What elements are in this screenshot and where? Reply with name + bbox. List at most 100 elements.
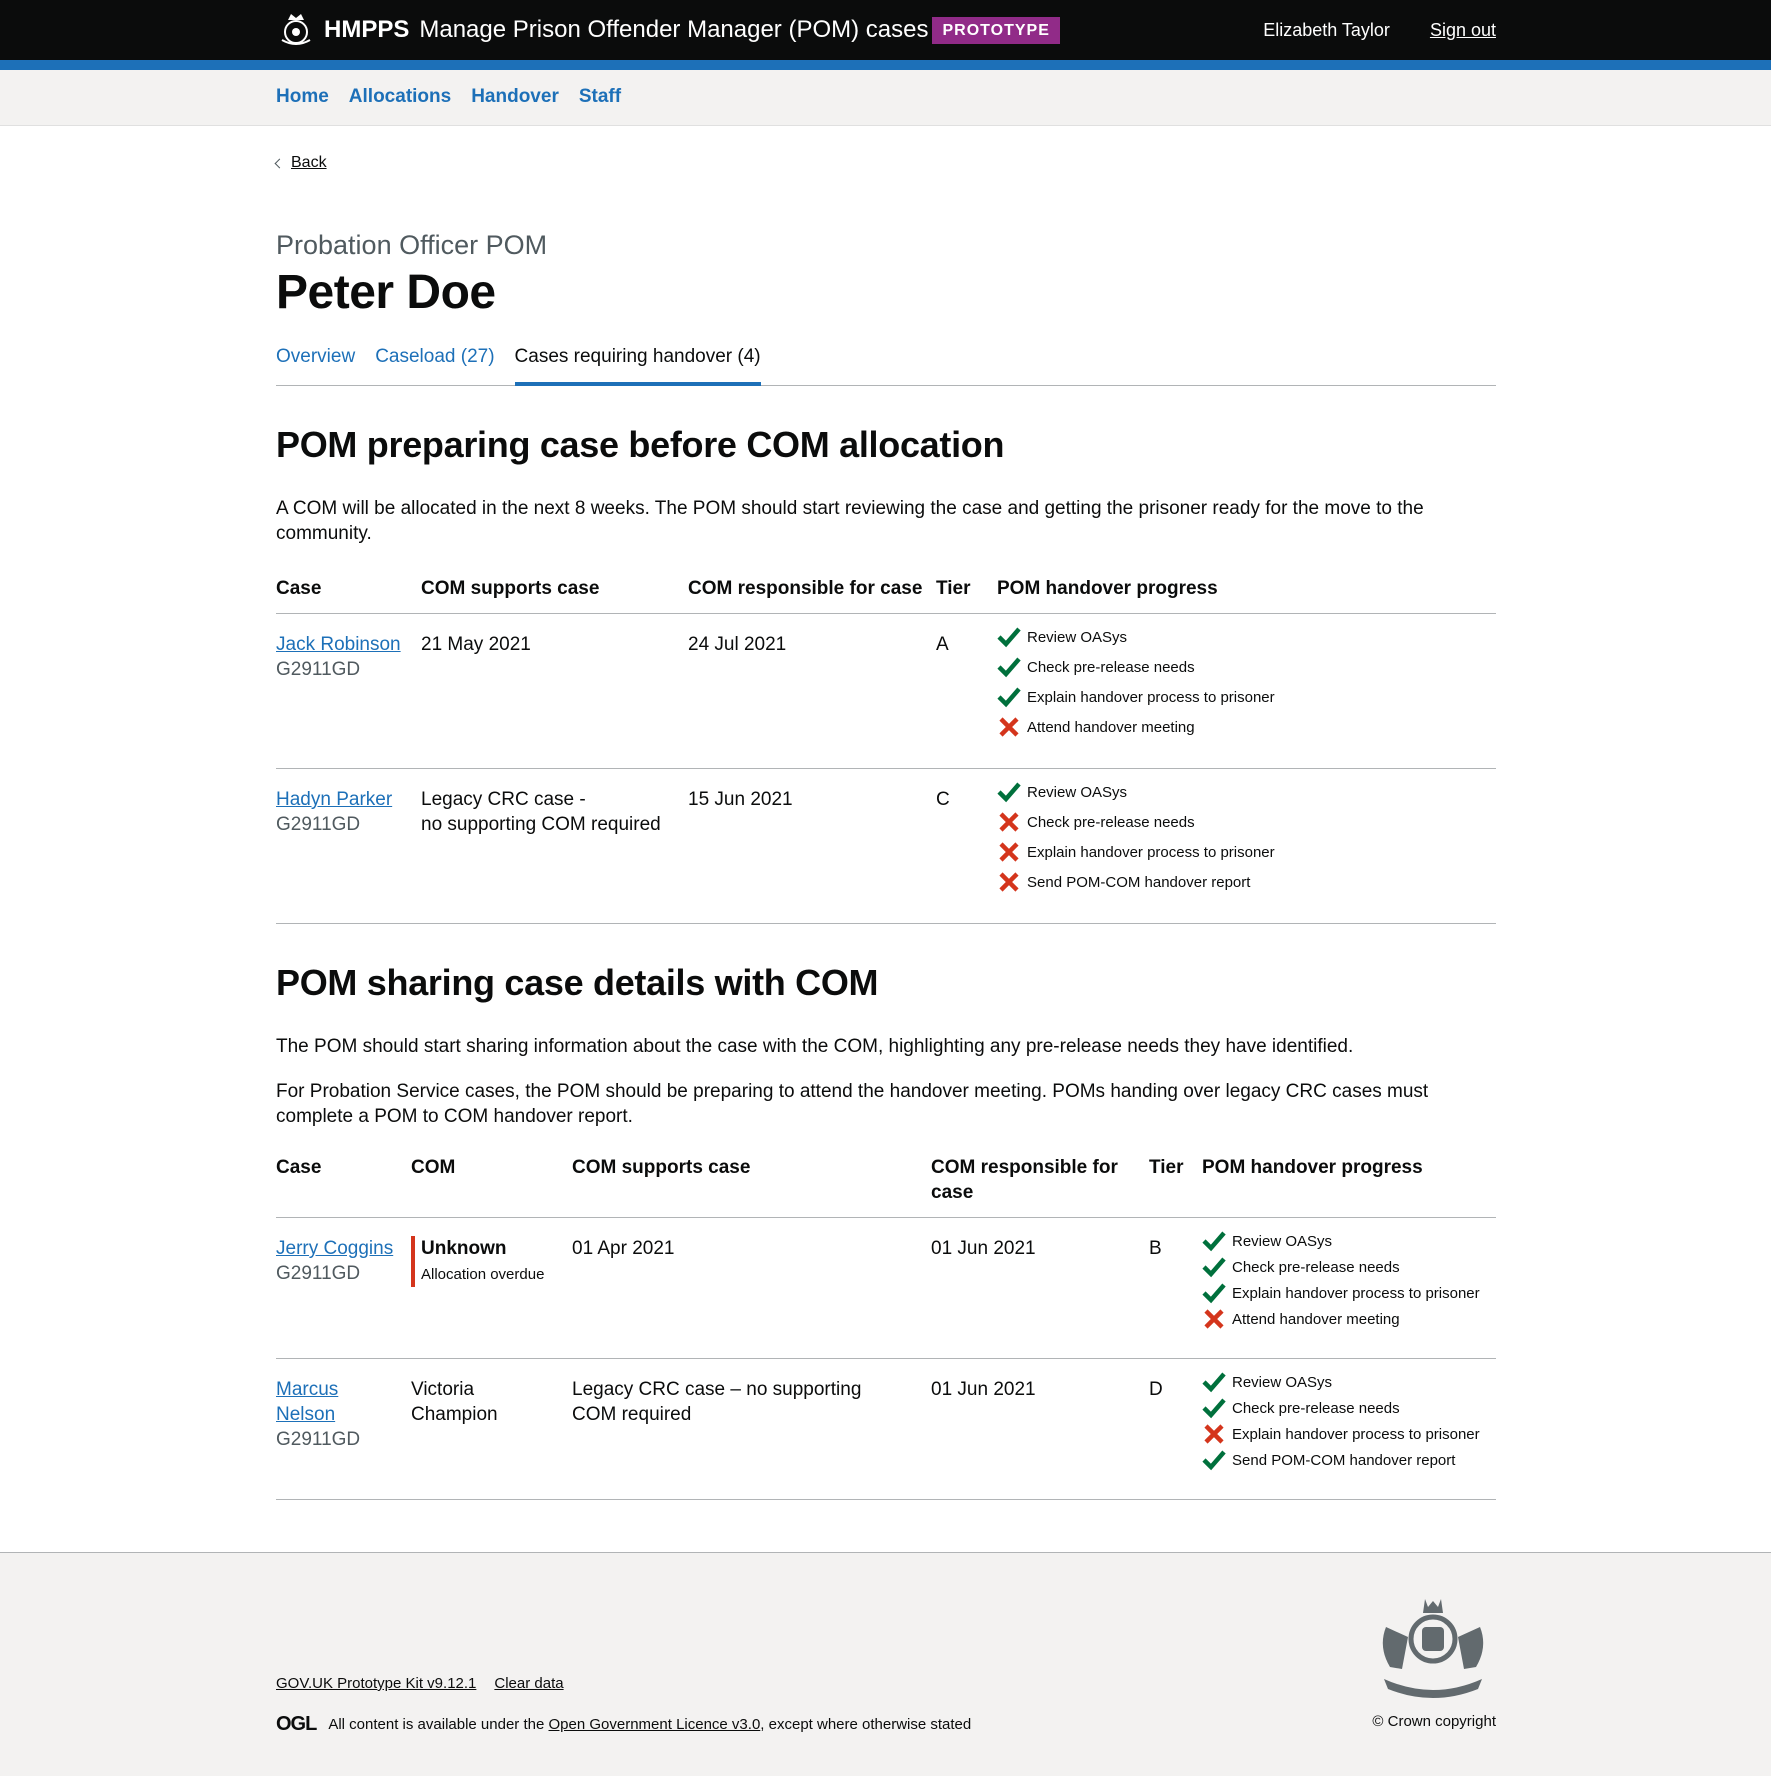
tick-icon <box>1202 1398 1226 1419</box>
progress-item: Check pre-release needs <box>1202 1254 1486 1280</box>
column-header-progress: POM handover progress <box>997 576 1496 614</box>
primary-navigation: Home Allocations Handover Staff <box>0 70 1771 126</box>
progress-item: Explain handover process to prisoner <box>1202 1421 1486 1447</box>
progress-item: Check pre-release needs <box>997 652 1486 682</box>
handover-progress-list: Review OASys Check pre-release needs Expla… <box>997 622 1486 742</box>
section-intro-sharing-2: For Probation Service cases, the POM sho… <box>276 1081 1429 1127</box>
back-label: Back <box>291 154 327 171</box>
cross-icon <box>1204 1424 1224 1444</box>
progress-item: Check pre-release needs <box>997 807 1486 837</box>
nav-home[interactable]: Home <box>276 86 329 108</box>
ogl-logo: OGL <box>276 1713 317 1735</box>
brand[interactable]: HMPPS <box>324 16 409 44</box>
column-header-com-supports: COM supports case <box>572 1155 931 1218</box>
page-caption: Probation Officer POM <box>276 230 548 260</box>
progress-label: Review OASys <box>1232 1232 1333 1250</box>
progress-item: Explain handover process to prisoner <box>997 682 1486 712</box>
tab-caseload[interactable]: Caseload (27) <box>375 346 494 385</box>
column-header-com-responsible: COM responsible for case <box>931 1155 1149 1218</box>
main-content: Back Probation Officer POM Peter Doe Ove… <box>274 126 1496 1500</box>
com-supports-text: Legacy CRC case - <box>421 789 586 810</box>
back-link[interactable]: Back <box>274 154 327 172</box>
prison-number: G2911GD <box>276 814 361 835</box>
tick-icon <box>1202 1372 1226 1393</box>
table-row: Hadyn Parker G2911GD Legacy CRC case - no … <box>276 768 1496 924</box>
progress-item: Review OASys <box>997 622 1486 652</box>
progress-item: Check pre-release needs <box>1202 1395 1486 1421</box>
com-supports-date: 01 Apr 2021 <box>572 1217 931 1359</box>
user-name: Elizabeth Taylor <box>1263 19 1390 40</box>
com-responsible-date: 24 Jul 2021 <box>688 613 936 769</box>
prototype-kit-link[interactable]: GOV.UK Prototype Kit v9.12.1 <box>276 1675 476 1692</box>
site-header: HMPPS Manage Prison Offender Manager (PO… <box>0 0 1771 70</box>
nav-staff[interactable]: Staff <box>579 86 621 108</box>
hmpps-crest-icon <box>281 14 311 45</box>
tabs: Overview Caseload (27) Cases requiring h… <box>276 346 1496 386</box>
progress-label: Send POM-COM handover report <box>1027 873 1251 891</box>
progress-item: Attend handover meeting <box>997 712 1486 742</box>
licence-text-pre: All content is available under the <box>328 1716 545 1733</box>
progress-label: Review OASys <box>1027 783 1128 801</box>
progress-label: Attend handover meeting <box>1232 1310 1400 1328</box>
handover-progress-list: Review OASys Check pre-release needs Expla… <box>1202 1369 1486 1473</box>
progress-label: Explain handover process to prisoner <box>1232 1284 1480 1302</box>
tier: B <box>1149 1217 1202 1359</box>
tick-icon <box>1202 1231 1226 1252</box>
com-responsible-date: 01 Jun 2021 <box>931 1217 1149 1359</box>
open-government-licence-link[interactable]: Open Government Licence v3.0 <box>549 1716 761 1733</box>
tier: C <box>936 768 997 924</box>
progress-label: Check pre-release needs <box>1027 813 1195 831</box>
sign-out-link[interactable]: Sign out <box>1430 20 1496 41</box>
column-header-com-responsible: COM responsible for case <box>688 576 936 614</box>
progress-item: Explain handover process to prisoner <box>1202 1280 1486 1306</box>
progress-item: Review OASys <box>1202 1369 1486 1395</box>
case-link[interactable]: Marcus Nelson <box>276 1379 338 1425</box>
progress-label: Check pre-release needs <box>1232 1258 1400 1276</box>
case-link[interactable]: Hadyn Parker <box>276 789 392 810</box>
progress-label: Send POM-COM handover report <box>1232 1451 1456 1469</box>
chevron-left-icon <box>274 158 285 168</box>
section-heading-sharing: POM sharing case details with COM <box>276 962 879 1003</box>
tick-icon <box>1202 1450 1226 1471</box>
handover-progress-list: Review OASys Check pre-release needs Expla… <box>997 777 1486 897</box>
progress-label: Explain handover process to prisoner <box>1232 1425 1480 1443</box>
royal-coat-of-arms-icon <box>1382 1599 1484 1698</box>
com-supports-text: Legacy CRC case – no supporting COM requ… <box>572 1358 931 1500</box>
tick-icon <box>1202 1257 1226 1278</box>
column-header-tier: Tier <box>1149 1155 1202 1218</box>
nav-handover[interactable]: Handover <box>471 86 559 108</box>
service-name[interactable]: Manage Prison Offender Manager (POM) cas… <box>419 16 928 44</box>
progress-item: Send POM-COM handover report <box>997 867 1486 897</box>
column-header-com: COM <box>411 1155 572 1218</box>
progress-label: Review OASys <box>1027 628 1128 646</box>
tab-overview[interactable]: Overview <box>276 346 355 385</box>
prison-number: G2911GD <box>276 1263 361 1284</box>
handover-progress-list: Review OASys Check pre-release needs Expla… <box>1202 1228 1486 1332</box>
prison-number: G2911GD <box>276 1429 361 1450</box>
tick-icon <box>1202 1283 1226 1304</box>
prototype-tag: PROTOTYPE <box>932 16 1060 44</box>
progress-label: Explain handover process to prisoner <box>1027 688 1275 706</box>
cross-icon <box>999 872 1019 892</box>
column-header-case: Case <box>276 1155 411 1218</box>
com-supports-date: 21 May 2021 <box>421 613 688 769</box>
tab-cases-requiring-handover[interactable]: Cases requiring handover (4) <box>514 346 761 386</box>
page-title: Peter Doe <box>276 266 496 319</box>
tier: D <box>1149 1358 1202 1500</box>
column-header-progress: POM handover progress <box>1202 1155 1496 1218</box>
nav-allocations[interactable]: Allocations <box>349 86 451 108</box>
progress-label: Review OASys <box>1232 1373 1333 1391</box>
preparing-cases-table: Case COM supports case COM responsible f… <box>276 576 1496 924</box>
clear-data-link[interactable]: Clear data <box>494 1675 563 1692</box>
tick-icon <box>997 782 1021 803</box>
site-footer: GOV.UK Prototype Kit v9.12.1 Clear data … <box>0 1552 1771 1776</box>
cross-icon <box>999 812 1019 832</box>
section-heading-preparing: POM preparing case before COM allocation <box>276 424 1005 465</box>
case-link[interactable]: Jerry Coggins <box>276 1238 393 1259</box>
progress-label: Check pre-release needs <box>1027 658 1195 676</box>
case-link[interactable]: Jack Robinson <box>276 634 401 655</box>
tick-icon <box>997 657 1021 678</box>
sharing-cases-table: Case COM COM supports case COM responsib… <box>276 1155 1496 1500</box>
section-intro-sharing-1: The POM should start sharing information… <box>276 1036 1354 1057</box>
progress-label: Check pre-release needs <box>1232 1399 1400 1417</box>
